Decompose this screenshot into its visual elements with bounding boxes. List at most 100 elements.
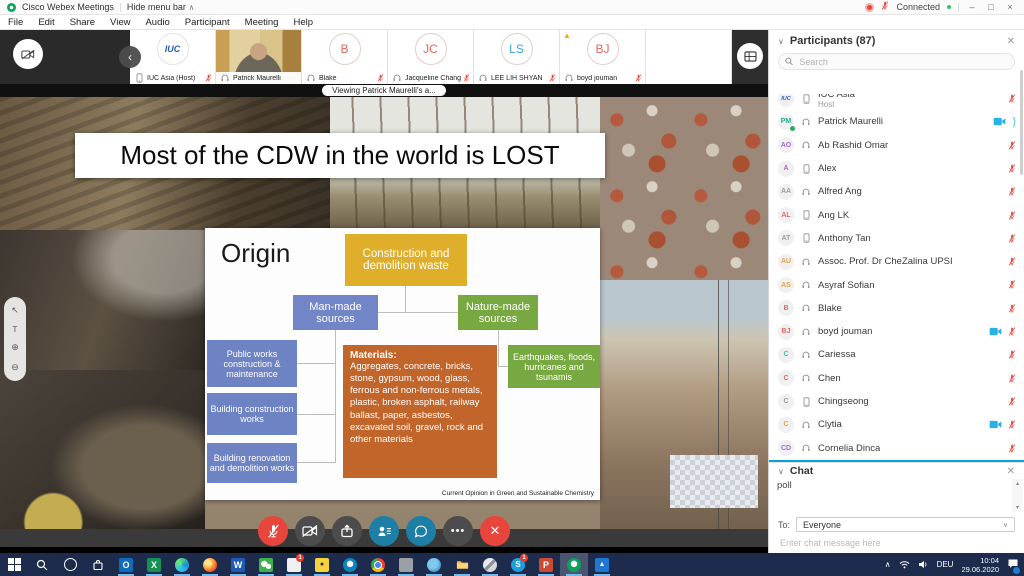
participant-row[interactable]: AUAssoc. Prof. Dr CheZalina UPSI [769,250,1024,273]
language-indicator[interactable]: DEU [937,560,954,569]
zoom-in-icon[interactable]: ⊕ [11,342,19,353]
taskbar-search-icon[interactable] [28,553,56,576]
materials-title: Materials: [350,350,397,361]
taskbar-cortana-icon[interactable] [56,553,84,576]
hide-menu-bar-button[interactable]: Hide menu bar ∧ [127,2,194,12]
text-tool-icon[interactable]: T [13,325,18,334]
chat-scrollbar[interactable]: ▴▾ [1012,479,1023,512]
participants-scrollbar[interactable] [1020,70,1023,175]
collapse-filmstrip-button[interactable]: ‹ [119,46,141,68]
participant-row[interactable]: PMPatrick Maurelli) [769,110,1024,133]
notification-center-icon[interactable] [1007,556,1019,574]
system-tray: ∧ DEU 10:04 29.06.2020 [885,553,1024,576]
close-button[interactable]: × [1004,2,1016,12]
share-button[interactable] [332,516,362,546]
participant-row[interactable]: CClytia [769,413,1024,436]
network-icon[interactable] [899,560,910,569]
participant-row[interactable]: ATAnthony Tan [769,227,1024,250]
participant-row[interactable]: BJboyd jouman [769,320,1024,343]
more-button[interactable]: ••• [443,516,473,546]
participant-row[interactable]: IUCIUC AsiaHost [769,94,1024,110]
camera-off-button[interactable] [13,39,43,69]
participant-row[interactable]: ALAng LK [769,203,1024,226]
box-nature-made: Nature-made sources [458,295,538,330]
taskbar-chrome-icon[interactable] [364,553,392,576]
taskbar-word-icon[interactable]: W [224,553,252,576]
video-thumbnail[interactable]: LSLEE LIH SHYAN [474,30,560,84]
menu-edit[interactable]: Edit [38,17,54,28]
muted-mic-icon [1008,164,1016,173]
taskbar-start-icon[interactable] [0,553,28,576]
participant-row[interactable]: CChingseong [769,390,1024,413]
muted-mic-icon [1008,141,1016,150]
taskbar-app-badge-icon[interactable]: 1 [280,553,308,576]
participant-row[interactable]: AAlex [769,157,1024,180]
video-thumbnail[interactable]: BBlake [302,30,388,84]
mute-button[interactable] [258,516,288,546]
taskbar-app-teal-icon[interactable] [420,553,448,576]
taskbar-skype-icon[interactable]: S1 [504,553,532,576]
taskbar-rocket-icon[interactable] [476,553,504,576]
menu-file[interactable]: File [8,17,23,28]
participant-row[interactable]: CCariessa [769,343,1024,366]
end-button[interactable]: ✕ [480,516,510,546]
close-participants-icon[interactable]: ✕ [1007,36,1015,47]
chat-bubble-icon [414,525,428,538]
muted-mic-icon [881,1,889,10]
menu-share[interactable]: Share [70,17,95,28]
pointer-tool-icon[interactable]: ↖ [11,305,19,316]
chat-button[interactable] [406,516,436,546]
video-thumbnail[interactable]: BJ▲boyd jouman [560,30,646,84]
collapse-participants-icon[interactable]: ∨ [778,37,784,46]
taskbar-folder-icon[interactable] [448,553,476,576]
participant-search[interactable] [778,53,1015,70]
taskbar-outlook-icon[interactable]: O [112,553,140,576]
connected-dot-icon [947,5,951,9]
muted-mic-icon [635,74,642,82]
participants-button[interactable] [369,516,399,546]
video-button[interactable] [295,516,325,546]
minimize-button[interactable]: – [966,2,978,12]
taskbar-photos-icon[interactable]: ▲ [588,553,616,576]
menu-help[interactable]: Help [293,17,313,28]
maximize-button[interactable]: □ [985,2,997,12]
menu-view[interactable]: View [110,17,130,28]
video-thumbnail[interactable]: Patrick Maurelli [216,30,302,84]
taskbar-powerpoint-icon[interactable]: P [532,553,560,576]
tray-expand-icon[interactable]: ∧ [885,560,891,569]
taskbar-firefox-icon[interactable] [196,553,224,576]
participant-row[interactable]: CDCornelia Dinca [769,436,1024,459]
taskbar-store-icon[interactable] [84,553,112,576]
taskbar-webex-blue-icon[interactable] [336,553,364,576]
menu-audio[interactable]: Audio [145,17,169,28]
phone-icon [803,397,810,407]
participant-row[interactable]: AOAb Rashid Omar [769,134,1024,157]
video-thumbnail[interactable]: IUCIUC Asia (Host) [130,30,216,84]
video-thumbnail[interactable]: JCJacqueline Chang [388,30,474,84]
layout-button[interactable] [737,43,763,69]
menu-meeting[interactable]: Meeting [245,17,279,28]
recipient-select[interactable]: Everyone ∨ [796,517,1015,532]
chat-input[interactable] [778,537,982,549]
volume-icon[interactable] [918,560,929,569]
participant-row[interactable]: ASAsyraf Sofian [769,273,1024,296]
taskbar-webex-active-icon[interactable] [560,553,588,576]
participant-row[interactable]: AAAlfred Ang [769,180,1024,203]
collapse-chat-icon[interactable]: ∨ [778,467,784,476]
taskbar-app-gray-icon[interactable] [392,553,420,576]
taskbar-excel-icon[interactable]: X [140,553,168,576]
close-chat-icon[interactable]: ✕ [1007,466,1015,477]
video-thumbnail[interactable] [646,30,732,84]
participant-row[interactable]: BBlake [769,297,1024,320]
taskbar-messenger-yellow-icon[interactable]: ● [308,553,336,576]
taskbar-clock[interactable]: 10:04 29.06.2020 [961,556,999,574]
taskbar-wechat-icon[interactable] [252,553,280,576]
participant-row[interactable]: CChen [769,367,1024,390]
menu-participant[interactable]: Participant [185,17,230,28]
taskbar-edge-icon[interactable] [168,553,196,576]
search-input[interactable] [797,56,1008,68]
chat-message: poll [777,480,792,491]
video-feed [646,30,731,84]
zoom-out-icon[interactable]: ⊖ [11,362,19,373]
viewing-banner[interactable]: Viewing Patrick Maurelli's a... [322,85,446,96]
